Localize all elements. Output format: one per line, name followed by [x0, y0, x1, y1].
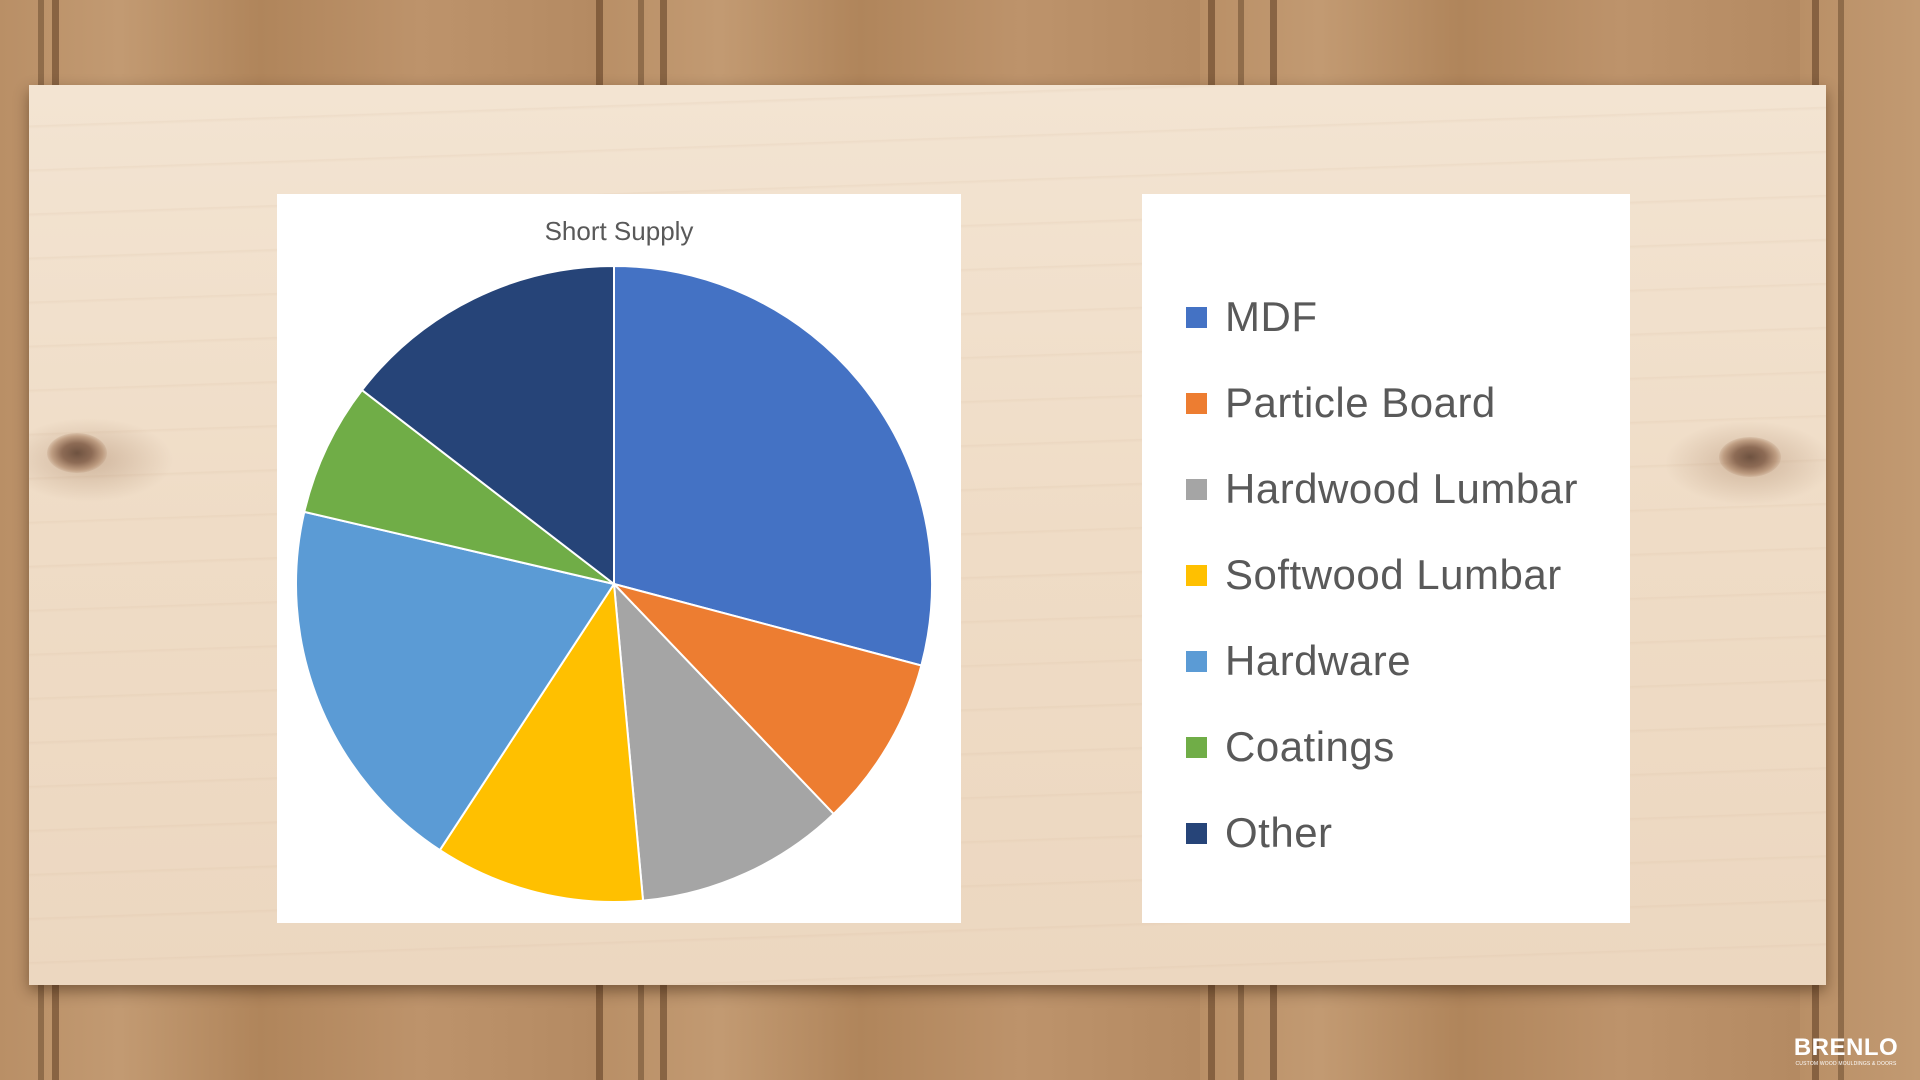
legend-label: Softwood Lumbar	[1225, 551, 1562, 598]
legend-swatch	[1186, 306, 1207, 328]
legend-swatch	[1186, 478, 1207, 500]
legend: MDF Particle Board Hardwood Lumbar Softwood…	[1186, 274, 1578, 876]
legend-item: Other	[1186, 790, 1578, 876]
pie-chart	[295, 264, 933, 903]
legend-panel: MDF Particle Board Hardwood Lumbar Softwood…	[1142, 194, 1630, 923]
logo-tagline: CUSTOM WOOD MOULDINGS & DOORS	[1795, 1061, 1897, 1067]
legend-swatch	[1186, 736, 1207, 758]
legend-swatch	[1186, 564, 1207, 586]
legend-swatch	[1186, 822, 1207, 844]
chart-panel: Short Supply	[277, 194, 961, 923]
legend-item: MDF	[1186, 274, 1578, 360]
legend-item: Hardwood Lumbar	[1186, 446, 1578, 532]
brenlo-logo: BRENLO CUSTOM WOOD MOULDINGS & DOORS	[1790, 1035, 1902, 1068]
legend-item: Particle Board	[1186, 360, 1578, 446]
legend-item: Softwood Lumbar	[1186, 532, 1578, 618]
legend-item: Coatings	[1186, 704, 1578, 790]
legend-item: Hardware	[1186, 618, 1578, 704]
logo-wordmark: BRENLO	[1793, 1034, 1899, 1061]
wood-knot	[47, 433, 107, 473]
wood-knot	[1719, 437, 1781, 477]
legend-label: Hardware	[1225, 637, 1412, 684]
legend-label: Other	[1225, 809, 1333, 856]
legend-label: MDF	[1225, 293, 1318, 340]
legend-label: Particle Board	[1225, 379, 1496, 426]
legend-label: Coatings	[1225, 723, 1395, 770]
legend-swatch	[1186, 392, 1207, 414]
legend-swatch	[1186, 650, 1207, 672]
legend-label: Hardwood Lumbar	[1225, 465, 1579, 512]
